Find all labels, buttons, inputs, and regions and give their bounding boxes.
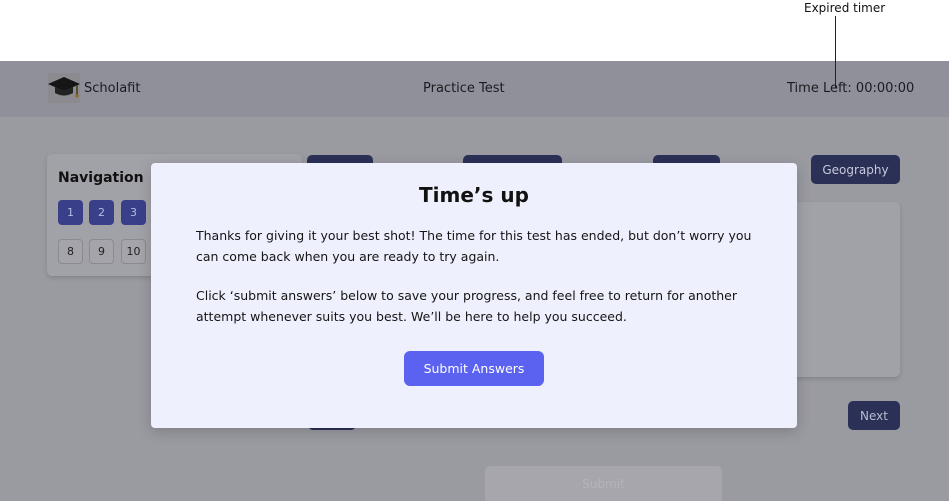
next-button[interactable]: Next (848, 401, 900, 430)
graduation-cap-icon (46, 71, 82, 105)
page-title: Practice Test (423, 81, 505, 96)
question-button[interactable]: 9 (89, 239, 114, 264)
tab-geography[interactable]: Geography (811, 155, 900, 184)
question-button[interactable]: 3 (121, 200, 146, 225)
times-up-modal: Time’s up Thanks for giving it your best… (151, 163, 797, 428)
header: Scholafit Practice Test Time Left: 00:00… (0, 61, 949, 117)
brand-name: Scholafit (84, 81, 141, 96)
question-button[interactable]: 1 (58, 200, 83, 225)
submit-button[interactable]: Submit (485, 466, 722, 501)
navigation-title: Navigation (58, 170, 144, 186)
modal-title: Time’s up (419, 183, 529, 207)
question-button[interactable]: 10 (121, 239, 146, 264)
question-button[interactable]: 8 (58, 239, 83, 264)
annotation-label: Expired timer (804, 1, 886, 15)
modal-instructions: Click ‘submit answers’ below to save you… (196, 288, 738, 324)
annotation-pointer (835, 16, 836, 88)
timer: Time Left: 00:00:00 (787, 81, 915, 96)
submit-answers-button[interactable]: Submit Answers (404, 351, 544, 386)
modal-message: Thanks for giving it your best shot! The… (196, 228, 752, 264)
question-button[interactable]: 2 (89, 200, 114, 225)
annotation-area: Expired timer (0, 0, 949, 61)
